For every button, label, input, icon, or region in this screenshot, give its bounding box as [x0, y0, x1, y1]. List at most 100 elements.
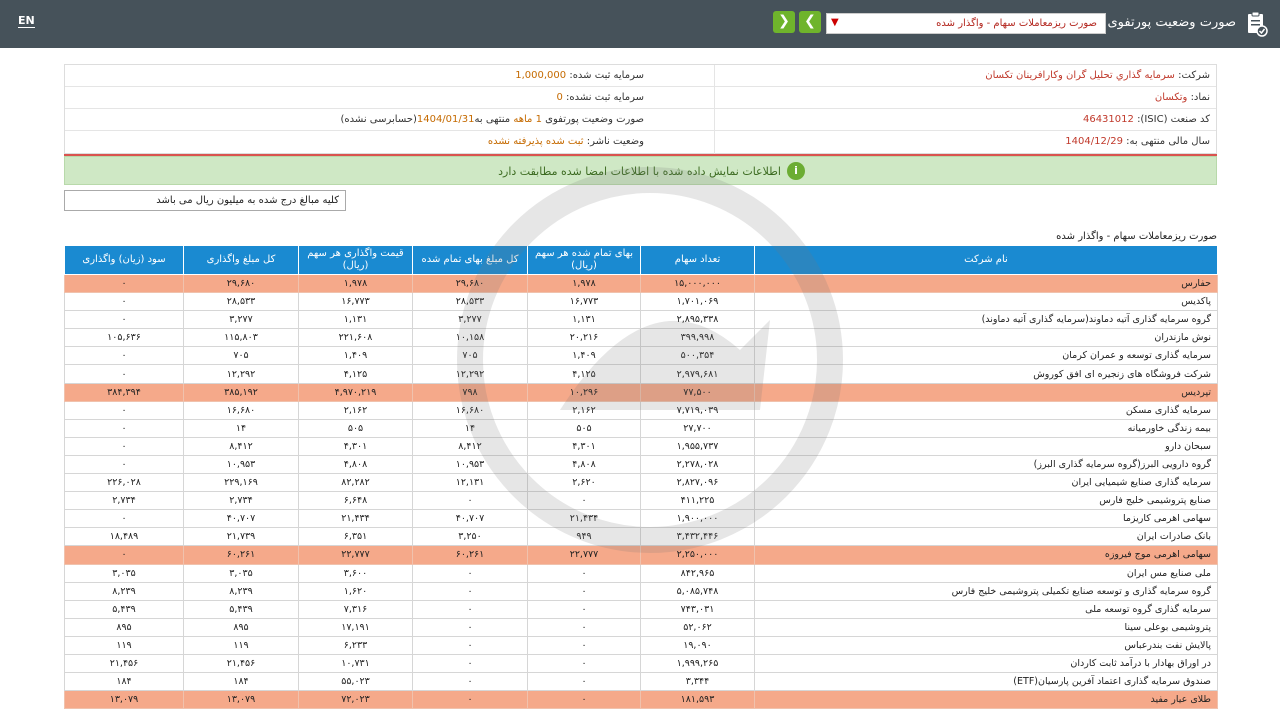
value-cell: ۱۳,۰۷۹: [183, 690, 299, 710]
value-cell: ۱,۹۷۸: [527, 273, 641, 294]
company-name-cell: نوش مازندران: [754, 328, 1218, 348]
value-cell: ۴,۳۰۱: [298, 436, 413, 456]
symbol-label: نماد:: [1190, 92, 1210, 103]
value-cell: ۳,۲۵۰: [412, 527, 528, 547]
value-cell: ۹۴۹: [527, 527, 641, 547]
value-cell: ۱۰,۲۹۶: [527, 382, 641, 402]
value-cell: ۷۰۵: [183, 346, 299, 366]
value-cell: ۳۹۹,۹۹۸: [640, 328, 755, 348]
table-row: سرمایه گذاری گروه توسعه ملی ۷۴۳,۰۳۱ ۰ ۰ ۷,۳۱…: [64, 599, 1218, 619]
company-name-cell: سرمایه گذاری صنایع شیمیایی ایران: [754, 473, 1218, 493]
value-cell: ۲۸,۵۳۳: [183, 292, 299, 312]
value-cell: ۱۰,۹۵۳: [183, 454, 299, 475]
value-cell: ۲,۲۷۸,۰۲۸: [640, 454, 755, 475]
value-cell: ۱,۷۰۱,۰۶۹: [640, 292, 755, 312]
registered-capital-label: سرمایه ثبت شده:: [569, 70, 644, 81]
value-cell: ۳,۲۷۷: [412, 310, 528, 330]
value-cell: ۳,۲۷۷: [183, 310, 299, 330]
column-header: سود (زیان) واگذاری: [64, 245, 184, 275]
value-cell: ۱۶,۷۷۳: [527, 292, 641, 312]
language-switch[interactable]: EN: [18, 14, 35, 28]
table-row: تپردیس ۷۷,۵۰۰ ۱۰,۲۹۶ ۷۹۸ ۴,۹۷۰,۲۱۹ ۳۸۵,۱۹۲ ۳۸۴…: [64, 382, 1218, 402]
symbol-value: وتكسان: [1154, 92, 1188, 103]
company-name-cell: پاکدیس: [754, 292, 1218, 312]
value-cell: ۳,۰۳۵: [64, 563, 184, 583]
company-name-cell: صنایع پتروشیمی خلیج فارس: [754, 491, 1218, 511]
value-cell: ۵۵,۰۲۳: [298, 672, 413, 692]
value-cell: ۰: [527, 635, 641, 655]
value-cell: ۰: [527, 563, 641, 583]
value-cell: ۷۲,۰۲۳: [298, 690, 413, 710]
value-cell: ۲۱,۴۳۴: [298, 509, 413, 529]
value-cell: ۰: [64, 364, 184, 384]
value-cell: ۲,۲۵۰,۰۰۰: [640, 545, 755, 565]
value-cell: ۳,۶۰۰: [298, 563, 413, 583]
column-header: بهای تمام شده هر سهم (ریال): [527, 245, 641, 275]
company-name-cell: سهامی اهرمی موج فیروزه: [754, 545, 1218, 565]
value-cell: ۲,۷۳۴: [64, 491, 184, 511]
value-cell: ۸۹۵: [183, 617, 299, 637]
value-cell: ۸۴۲,۹۶۵: [640, 563, 755, 583]
value-cell: ۳,۰۳۵: [183, 563, 299, 583]
value-cell: ۰: [412, 491, 528, 511]
company-info-panel: شرکت: سرمايه گذاري تحليل گران وكارافرينا…: [64, 64, 1217, 155]
company-name-cell: سبحان دارو: [754, 436, 1218, 456]
report-type-select[interactable]: صورت ریزمعاملات سهام - واگذار شده ▼: [826, 13, 1106, 34]
info-row: شرکت: سرمايه گذاري تحليل گران وكارافرينا…: [65, 65, 1216, 87]
value-cell: ۲۹,۶۸۰: [183, 273, 299, 294]
company-name-cell: سرمایه گذاری مسکن: [754, 400, 1218, 420]
value-cell: ۷,۳۱۶: [298, 599, 413, 619]
value-cell: ۰: [64, 292, 184, 312]
value-cell: ۰: [412, 617, 528, 637]
value-cell: ۰: [64, 346, 184, 366]
isic-value: 46431012: [1082, 114, 1134, 125]
value-cell: ۱۱۹: [64, 635, 184, 655]
value-cell: ۲۹,۶۸۰: [412, 273, 528, 294]
value-cell: ۱۸۴: [183, 672, 299, 692]
value-cell: ۰: [64, 400, 184, 420]
value-cell: ۲۱,۴۳۴: [527, 509, 641, 529]
value-cell: ۲,۱۶۲: [527, 400, 641, 420]
value-cell: ۲۱,۷۳۹: [183, 527, 299, 547]
info-row: سال مالی منتهی به: 1404/12/29 وضعیت ناشر…: [65, 131, 1216, 153]
value-cell: ۸۹۵: [64, 617, 184, 637]
table-row: سرمایه گذاری صنایع شیمیایی ایران ۲,۸۲۷,۰۹…: [64, 473, 1218, 493]
value-cell: ۰: [412, 653, 528, 674]
value-cell: ۲۲,۷۷۷: [298, 545, 413, 565]
value-cell: ۲۲۱,۶۰۸: [298, 328, 413, 348]
value-cell: ۰: [527, 617, 641, 637]
value-cell: ۰: [527, 581, 641, 601]
column-header: تعداد سهام: [640, 245, 755, 275]
value-cell: ۲۲,۷۷۷: [527, 545, 641, 565]
company-name-cell: پتروشیمی بوعلی سینا: [754, 617, 1218, 637]
fiscal-year-label: سال مالی منتهی به:: [1126, 136, 1210, 147]
table-row: سرمایه گذاری توسعه و عمران کرمان ۵۰۰,۳۵۴ ۱…: [64, 346, 1218, 366]
report-period-prefix: منتهی به: [474, 114, 511, 125]
value-cell: ۲۰,۲۱۶: [527, 328, 641, 348]
value-cell: ۰: [412, 581, 528, 601]
previous-button[interactable]: ❮: [799, 11, 821, 33]
value-cell: ۱,۹۰۰,۰۰۰: [640, 509, 755, 529]
page-title: صورت وضعیت پورتفوی: [1107, 15, 1236, 30]
value-cell: ۱۰,۱۵۸: [412, 328, 528, 348]
publisher-status-value: ثبت شده پذیرفته نشده: [487, 136, 584, 147]
table-row: شرکت فروشگاه های زنجیره ای افق کوروش ۲,۹۷…: [64, 364, 1218, 384]
value-cell: ۴,۹۷۰,۲۱۹: [298, 382, 413, 402]
table-row: سرمایه گذاری مسکن ۷,۷۱۹,۰۳۹ ۲,۱۶۲ ۱۶,۶۸۰ ۲,۱…: [64, 400, 1218, 420]
value-cell: ۰: [527, 672, 641, 692]
table-row: ملی صنایع مس ایران ۸۴۲,۹۶۵ ۰ ۰ ۳,۶۰۰ ۳,۰۳۵ ۳,۰…: [64, 563, 1218, 583]
top-bar: EN ❯ ❮ صورت ریزمعاملات سهام - واگذار شده…: [0, 0, 1280, 48]
value-cell: ۱,۹۹۹,۲۶۵: [640, 653, 755, 674]
value-cell: ۲,۱۶۲: [298, 400, 413, 420]
company-name: سرمايه گذاري تحليل گران وكارافرينان تكسا…: [985, 70, 1175, 81]
value-cell: ۱۰,۹۵۳: [412, 454, 528, 475]
value-cell: ۱,۱۳۱: [298, 310, 413, 330]
company-name-cell: شرکت فروشگاه های زنجیره ای افق کوروش: [754, 364, 1218, 384]
next-button[interactable]: ❯: [773, 11, 795, 33]
company-label: شرکت:: [1178, 70, 1210, 81]
section-title: صورت ریزمعاملات سهام - واگذار شده: [1056, 231, 1217, 242]
unregistered-capital-label: سرمایه ثبت نشده:: [566, 92, 644, 103]
value-cell: ۰: [412, 563, 528, 583]
company-name-cell: طلای عیار مفید: [754, 690, 1218, 710]
isic-label: کد صنعت (ISIC):: [1137, 114, 1210, 125]
